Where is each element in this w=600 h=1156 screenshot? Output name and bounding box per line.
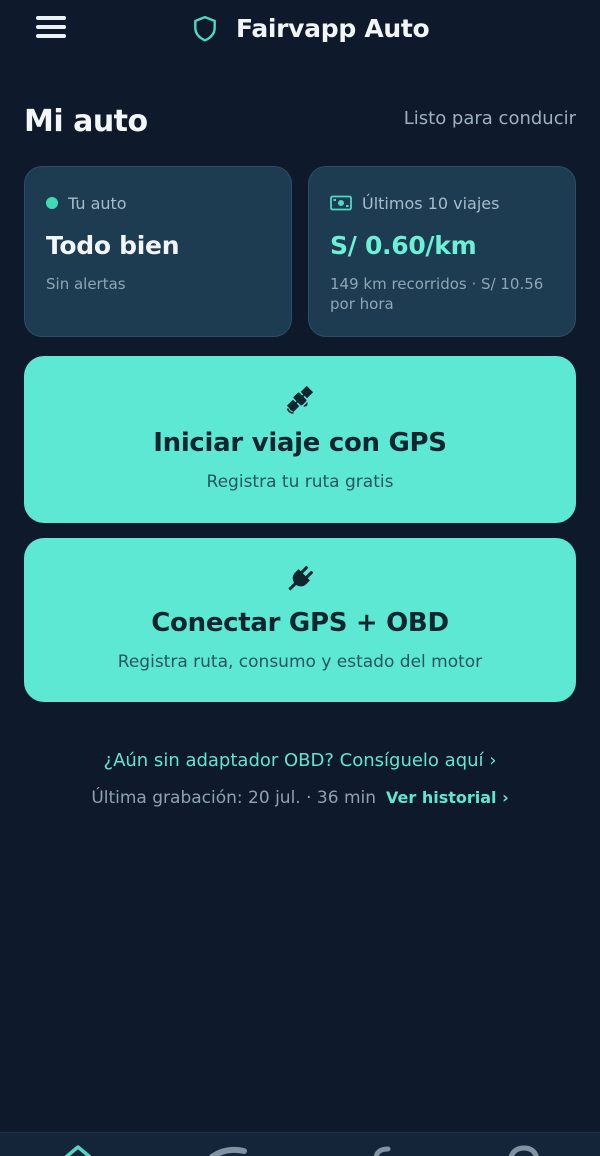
view-history-link[interactable]: Ver historial ›: [386, 788, 509, 807]
hamburger-menu-icon[interactable]: [36, 16, 70, 46]
page-title: Mi auto: [24, 104, 148, 139]
brand: Fairvapp Auto: [192, 14, 430, 43]
shield-icon: [194, 15, 216, 41]
trips-summary-card[interactable]: Últimos 10 viajes S/ 0.60/km 149 km reco…: [308, 166, 576, 337]
nav-trips-icon[interactable]: [208, 1143, 248, 1156]
top-bar: Fairvapp Auto: [0, 0, 600, 70]
car-card-sub: Sin alertas: [46, 275, 126, 293]
last-recording-row: Última grabación: 20 jul. · 36 min Ver hi…: [0, 788, 600, 808]
trips-card-sub: 149 km recorridos · S/ 10.56 por hora: [330, 275, 544, 313]
gps-action-sub: Registra tu ruta gratis: [206, 472, 394, 492]
car-status-card[interactable]: Tu auto Todo bien Sin alertas: [24, 166, 292, 337]
status-dot-icon: [46, 197, 58, 209]
trips-card-value: S/ 0.60/km: [330, 231, 477, 260]
gps-action-title: Iniciar viaje con GPS: [153, 428, 447, 458]
trips-card-label-row: Últimos 10 viajes: [330, 191, 555, 215]
start-gps-trip-button[interactable]: Iniciar viaje con GPS Registra tu ruta g…: [24, 356, 576, 523]
car-card-label-row: Tu auto: [46, 191, 271, 215]
connect-gps-obd-button[interactable]: Conectar GPS + OBD Registra ruta, consum…: [24, 538, 576, 702]
section-header: Mi auto Listo para conducir: [24, 100, 576, 144]
last-recording-text: Última grabación: 20 jul. · 36 min: [91, 788, 376, 808]
nav-home-icon[interactable]: [58, 1143, 98, 1156]
obd-action-title: Conectar GPS + OBD: [151, 608, 449, 638]
trips-card-label: Últimos 10 viajes: [362, 193, 500, 213]
obd-action-sub: Registra ruta, consumo y estado del moto…: [117, 652, 483, 672]
car-card-label: Tu auto: [68, 193, 127, 213]
get-obd-adapter-link[interactable]: ¿Aún sin adaptador OBD? Consíguelo aquí …: [0, 750, 600, 771]
car-card-value: Todo bien: [46, 231, 180, 260]
money-icon: [330, 195, 352, 211]
status-text: Listo para conducir: [403, 108, 576, 129]
nav-fuel-icon[interactable]: [362, 1143, 402, 1156]
plug-icon: [288, 565, 314, 591]
app-title: Fairvapp Auto: [236, 14, 430, 43]
bottom-navigation: [0, 1132, 600, 1156]
satellite-icon: [286, 385, 314, 414]
nav-history-icon[interactable]: [502, 1143, 542, 1156]
